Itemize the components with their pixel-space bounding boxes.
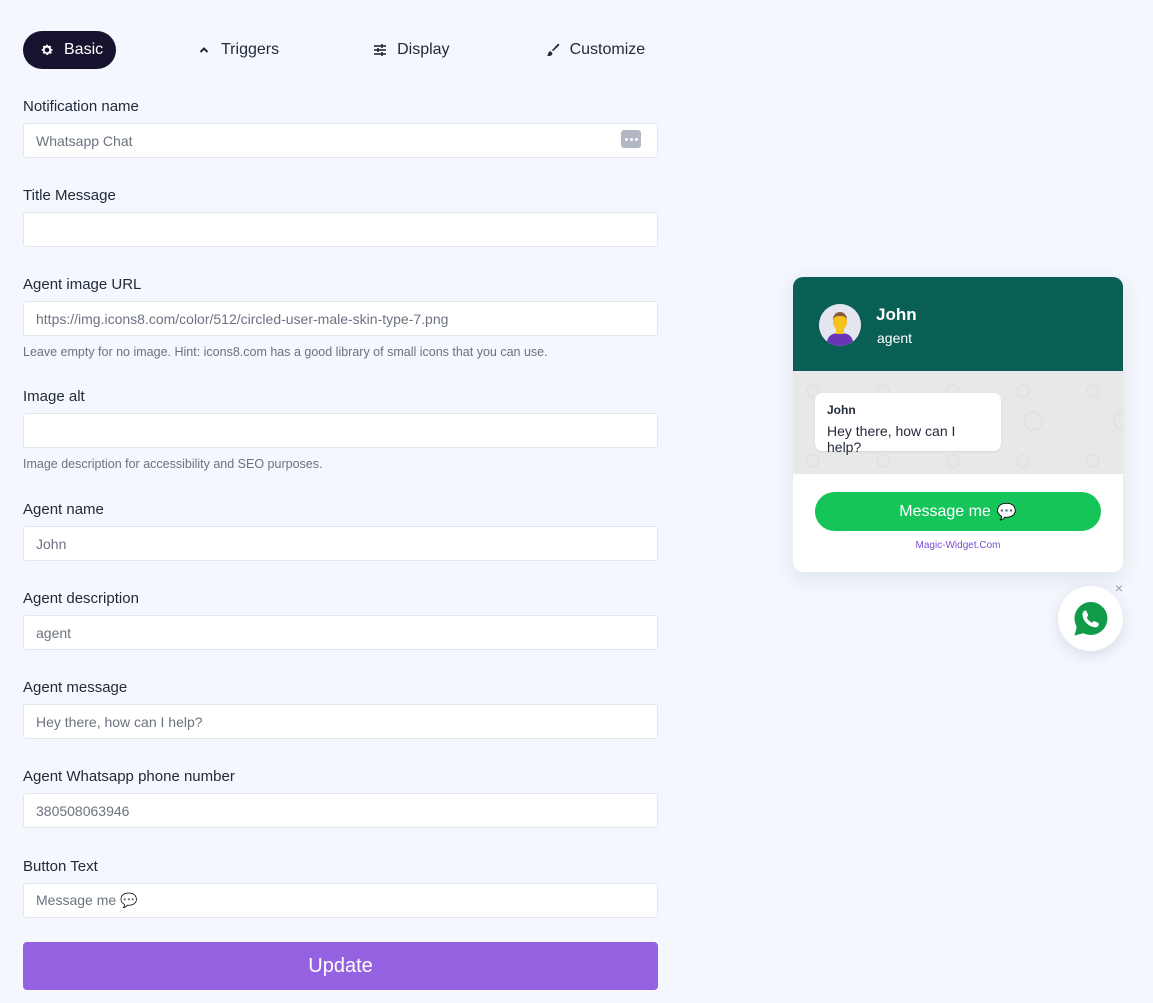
agent-phone-input[interactable]: 380508063946 xyxy=(23,793,658,828)
image-alt-field: Image alt Image description for accessib… xyxy=(23,386,658,499)
agent-phone-field: Agent Whatsapp phone number 380508063946 xyxy=(23,766,658,856)
tab-label: Display xyxy=(397,41,450,58)
button-text-input[interactable]: Message me 💬 xyxy=(23,883,658,918)
chat-bubble: John Hey there, how can I help? xyxy=(815,393,1001,455)
user-avatar-icon xyxy=(819,304,861,346)
button-text-field: Button Text Message me 💬 xyxy=(23,856,658,945)
chat-background: John Hey there, how can I help? xyxy=(793,371,1123,474)
agent-description-input[interactable]: agent xyxy=(23,615,658,650)
notification-name-label: Notification name xyxy=(23,98,139,115)
tab-display[interactable]: Display xyxy=(356,31,466,69)
agent-phone-label: Agent Whatsapp phone number xyxy=(23,768,235,785)
message-me-button[interactable]: Message me 💬 xyxy=(815,492,1101,531)
speech-bubble-icon: 💬 xyxy=(996,503,1017,521)
title-message-field: Title Message xyxy=(23,185,658,274)
whatsapp-icon xyxy=(1074,601,1107,635)
agent-name-field: Agent name John xyxy=(23,499,658,588)
agent-name-label: Agent name xyxy=(23,501,104,518)
brush-icon xyxy=(546,43,560,57)
whatsapp-widget-preview: John agent John Hey there, how can I hel… xyxy=(793,277,1123,572)
tab-label: Triggers xyxy=(221,41,280,58)
agent-message-label: Agent message xyxy=(23,679,128,696)
tab-label: Customize xyxy=(569,41,646,58)
sliders-icon xyxy=(373,43,387,57)
tab-basic[interactable]: Basic xyxy=(23,31,116,69)
bubble-agent-name: John xyxy=(827,403,856,417)
image-alt-input[interactable] xyxy=(23,413,658,448)
update-button[interactable]: Update xyxy=(23,942,658,990)
basic-settings-form: Notification name Whatsapp Chat Title Me… xyxy=(23,96,658,945)
chevron-up-icon xyxy=(197,43,211,57)
agent-image-url-hint: Leave empty for no image. Hint: icons8.c… xyxy=(23,345,548,359)
tab-triggers[interactable]: Triggers xyxy=(180,31,296,69)
agent-message-input[interactable]: Hey there, how can I help? xyxy=(23,704,658,739)
title-message-input[interactable] xyxy=(23,212,658,247)
tab-customize[interactable]: Customize xyxy=(529,31,663,69)
notification-name-field: Notification name Whatsapp Chat xyxy=(23,96,658,185)
agent-image-url-label: Agent image URL xyxy=(23,276,142,293)
agent-name-input[interactable]: John xyxy=(23,526,658,561)
widget-agent-name: John xyxy=(876,305,917,324)
agent-avatar xyxy=(819,304,861,346)
bubble-message: Hey there, how can I help? xyxy=(827,423,956,455)
image-alt-hint: Image description for accessibility and … xyxy=(23,457,323,471)
tab-bar: Basic Triggers Display Customize xyxy=(23,31,662,69)
image-alt-label: Image alt xyxy=(23,388,85,405)
gear-icon xyxy=(40,43,54,57)
notification-name-input[interactable]: Whatsapp Chat xyxy=(23,123,658,158)
more-options-icon[interactable] xyxy=(621,130,641,148)
button-text-label: Button Text xyxy=(23,858,98,875)
whatsapp-launcher-button[interactable] xyxy=(1058,586,1123,651)
tab-label: Basic xyxy=(64,41,104,58)
branding-link[interactable]: Magic-Widget.Com xyxy=(793,540,1123,551)
agent-description-label: Agent description xyxy=(23,590,139,607)
agent-image-url-input[interactable]: https://img.icons8.com/color/512/circled… xyxy=(23,301,658,336)
agent-description-field: Agent description agent xyxy=(23,588,658,677)
agent-image-url-field: Agent image URL https://img.icons8.com/c… xyxy=(23,274,658,386)
agent-message-field: Agent message Hey there, how can I help? xyxy=(23,677,658,766)
message-me-label: Message me xyxy=(899,502,991,520)
widget-agent-description: agent xyxy=(877,330,913,346)
title-message-label: Title Message xyxy=(23,187,116,204)
widget-header: John agent xyxy=(793,277,1123,371)
close-icon[interactable]: × xyxy=(1113,581,1125,595)
